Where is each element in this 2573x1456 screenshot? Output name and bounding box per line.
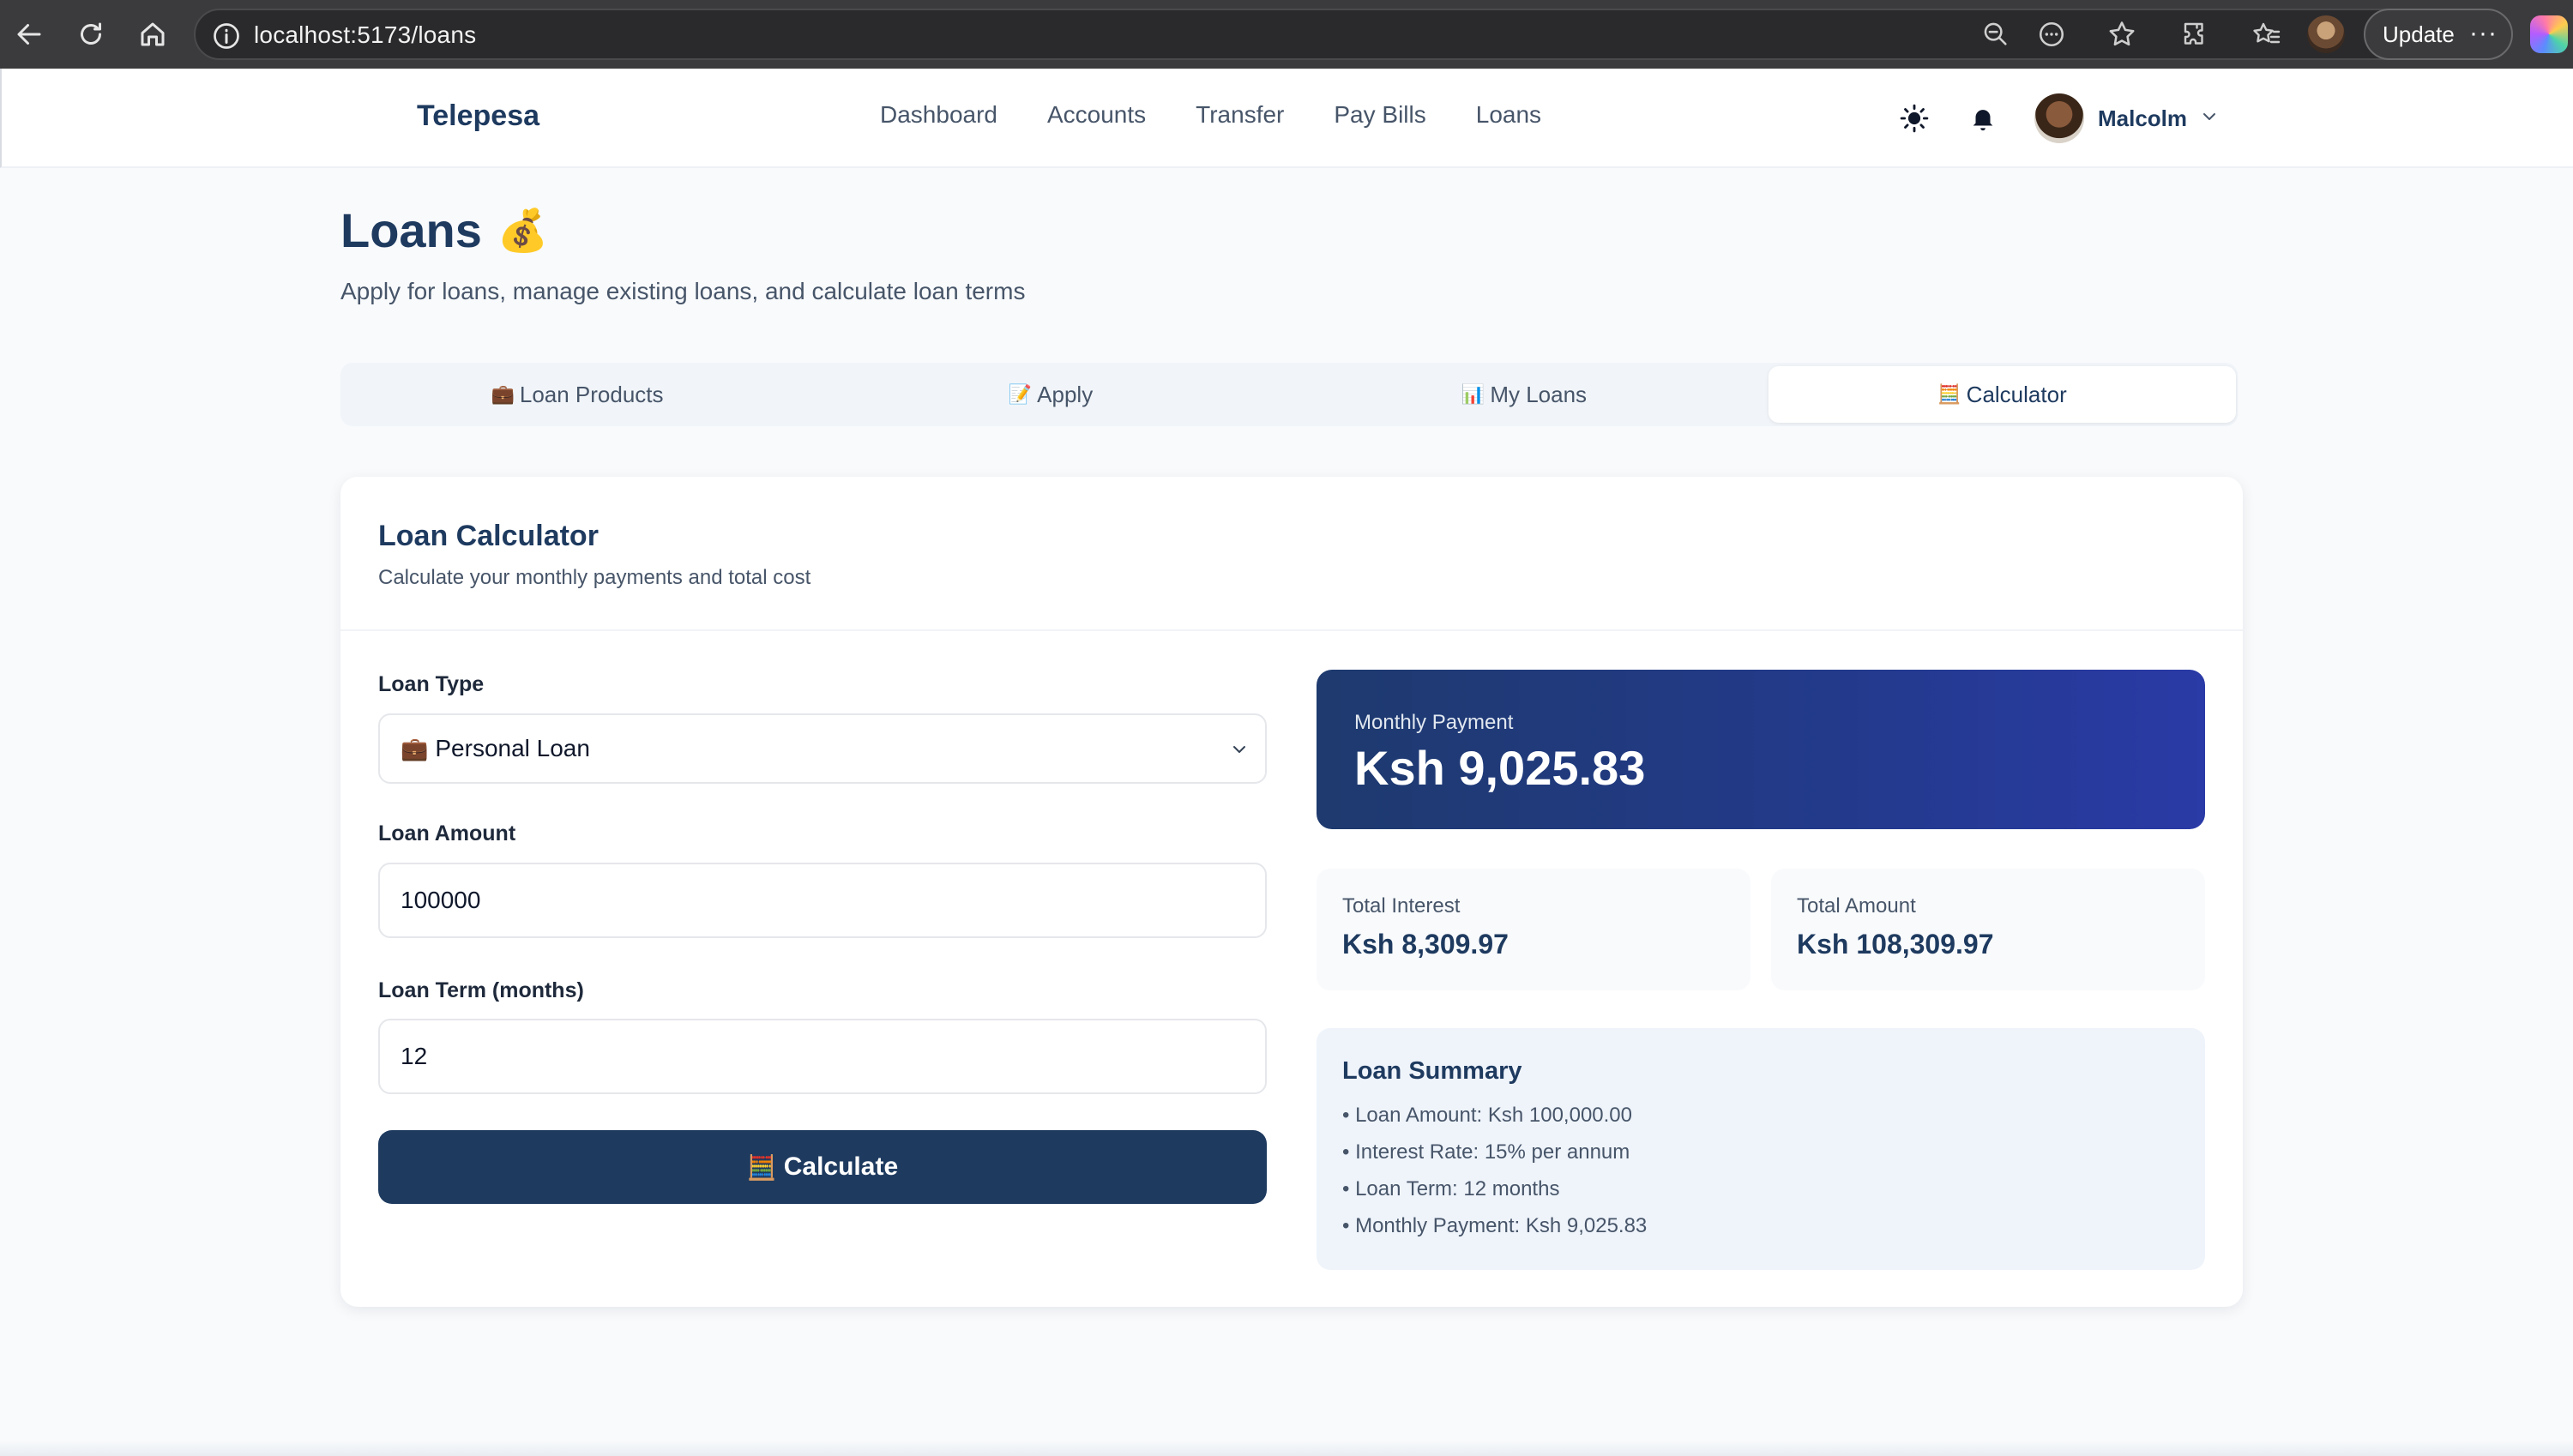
loan-tabs: 💼 Loan Products 📝 Apply 📊 My Loans 🧮 Cal… xyxy=(340,363,2238,426)
card-subtitle: Calculate your monthly payments and tota… xyxy=(378,566,811,589)
app-header: Telepesa Dashboard Accounts Transfer Pay… xyxy=(0,69,2573,168)
page-title: Loans 💰 xyxy=(340,202,549,258)
list-item: Loan Amount: Ksh 100,000.00 xyxy=(1342,1104,1647,1140)
user-name: Malcolm xyxy=(2098,105,2188,131)
monthly-payment-panel: Monthly Payment Ksh 9,025.83 xyxy=(1317,670,2205,829)
card-title: Loan Calculator xyxy=(378,520,599,552)
memo-icon: 📝 xyxy=(1008,383,1033,405)
nav-transfer[interactable]: Transfer xyxy=(1196,101,1284,129)
loan-type-label: Loan Type xyxy=(378,672,485,696)
tab-my-loans[interactable]: 📊 My Loans xyxy=(1291,366,1757,423)
zoom-icon[interactable] xyxy=(1977,15,2015,53)
page-title-text: Loans xyxy=(340,203,482,257)
tab-label: My Loans xyxy=(1490,381,1588,407)
abacus-icon: 🧮 xyxy=(1937,383,1961,405)
home-icon[interactable] xyxy=(132,14,173,55)
loan-term-input[interactable]: 12 xyxy=(378,1019,1267,1094)
tab-label: Loan Products xyxy=(519,381,664,407)
site-info-icon[interactable] xyxy=(211,21,242,51)
notifications-bell-icon[interactable] xyxy=(1964,99,2002,137)
briefcase-icon: 💼 xyxy=(401,735,429,761)
total-interest-panel: Total Interest Ksh 8,309.97 xyxy=(1317,869,1750,990)
tab-loan-products[interactable]: 💼 Loan Products xyxy=(344,366,810,423)
chevron-down-icon xyxy=(2199,106,2220,131)
brand-logo[interactable]: Telepesa xyxy=(417,99,539,133)
list-item: Monthly Payment: Ksh 9,025.83 xyxy=(1342,1214,1647,1251)
card-header: Loan Calculator Calculate your monthly p… xyxy=(340,477,2243,631)
nav-dashboard[interactable]: Dashboard xyxy=(880,101,997,129)
tab-calculator[interactable]: 🧮 Calculator xyxy=(1769,366,2236,423)
theme-toggle-sun-icon[interactable] xyxy=(1895,99,1933,137)
loan-term-value: 12 xyxy=(401,1043,428,1069)
tab-label: Calculator xyxy=(1966,381,2067,407)
url-text: localhost:5173/loans xyxy=(254,21,477,48)
money-bag-icon: 💰 xyxy=(497,208,549,254)
total-amount-value: Ksh 108,309.97 xyxy=(1797,929,1994,960)
more-icon[interactable]: ··· xyxy=(2469,19,2498,48)
list-item: Interest Rate: 15% per annum xyxy=(1342,1140,1647,1177)
loan-summary-title: Loan Summary xyxy=(1342,1057,1522,1085)
monthly-payment-value: Ksh 9,025.83 xyxy=(1354,741,1646,795)
calculate-button[interactable]: 🧮 Calculate xyxy=(378,1130,1267,1204)
user-menu[interactable]: Malcolm xyxy=(2034,93,2220,144)
nav-pay-bills[interactable]: Pay Bills xyxy=(1334,101,1425,129)
bar-chart-icon: 📊 xyxy=(1461,383,1485,405)
favorite-star-icon[interactable] xyxy=(2103,15,2141,53)
update-label: Update xyxy=(2383,21,2455,47)
loan-type-select[interactable]: 💼 Personal Loan xyxy=(378,713,1267,784)
total-interest-value: Ksh 8,309.97 xyxy=(1342,929,1509,960)
total-amount-label: Total Amount xyxy=(1797,894,1916,918)
reader-icon[interactable] xyxy=(2033,15,2070,53)
page-bottom-edge xyxy=(0,1441,2573,1456)
briefcase-icon: 💼 xyxy=(491,383,515,405)
back-icon[interactable] xyxy=(9,14,50,55)
favorites-icon[interactable] xyxy=(2247,15,2285,53)
user-avatar xyxy=(2034,93,2084,143)
loan-calculator-card: Loan Calculator Calculate your monthly p… xyxy=(340,477,2243,1307)
loan-summary-panel: Loan Summary Loan Amount: Ksh 100,000.00… xyxy=(1317,1028,2205,1270)
copilot-icon[interactable] xyxy=(2530,15,2568,53)
abacus-icon: 🧮 xyxy=(746,1153,777,1181)
loan-amount-value: 100000 xyxy=(401,887,481,913)
list-item: Loan Term: 12 months xyxy=(1342,1177,1647,1214)
loan-amount-input[interactable]: 100000 xyxy=(378,863,1267,938)
nav-loans[interactable]: Loans xyxy=(1476,101,1541,129)
total-amount-panel: Total Amount Ksh 108,309.97 xyxy=(1771,869,2205,990)
chevron-down-icon xyxy=(1229,738,1250,759)
total-interest-label: Total Interest xyxy=(1342,894,1461,918)
loan-type-value: Personal Loan xyxy=(435,735,590,761)
browser-chrome: localhost:5173/loans Update ··· xyxy=(0,0,2573,69)
main-nav: Dashboard Accounts Transfer Pay Bills Lo… xyxy=(880,101,1591,129)
monthly-payment-label: Monthly Payment xyxy=(1354,711,1514,734)
tab-label: Apply xyxy=(1037,381,1094,407)
browser-update-button[interactable]: Update ··· xyxy=(2364,9,2513,60)
loan-term-label: Loan Term (months) xyxy=(378,978,584,1002)
loan-summary-list: Loan Amount: Ksh 100,000.00 Interest Rat… xyxy=(1342,1104,1647,1251)
tab-apply[interactable]: 📝 Apply xyxy=(817,366,1284,423)
calculate-label: Calculate xyxy=(783,1152,899,1181)
nav-accounts[interactable]: Accounts xyxy=(1047,101,1146,129)
loan-amount-label: Loan Amount xyxy=(378,821,516,845)
reload-icon[interactable] xyxy=(70,14,111,55)
extensions-icon[interactable] xyxy=(2177,15,2214,53)
page-subtitle: Apply for loans, manage existing loans, … xyxy=(340,278,1026,304)
browser-profile-avatar[interactable] xyxy=(2307,15,2345,53)
